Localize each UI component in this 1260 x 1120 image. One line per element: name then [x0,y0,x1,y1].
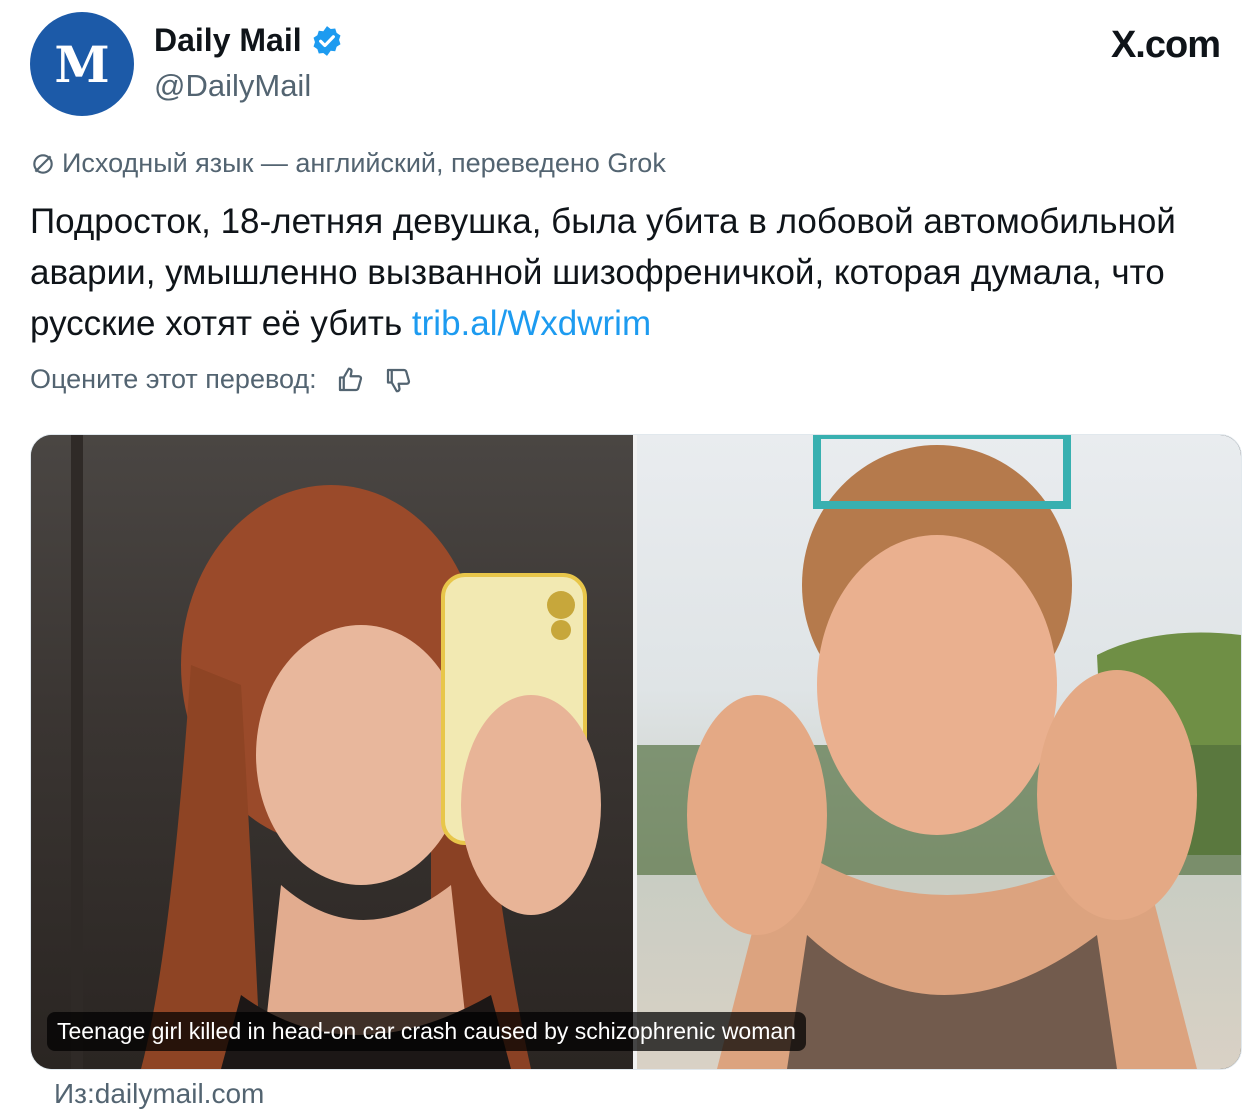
account-name[interactable]: Daily Mail [154,22,302,59]
tweet-media-card[interactable]: Teenage girl killed in head-on car crash… [30,434,1242,1070]
photo-right [637,435,1241,1069]
verified-badge-icon [313,25,341,56]
account-handle[interactable]: @DailyMail [154,68,311,104]
thumbs-up-icon[interactable] [335,365,365,395]
x-brand-logo: X.com [1110,24,1221,66]
avatar-logo: M [54,34,109,94]
tweet-link[interactable]: trib.al/Wxdwrim [412,304,651,343]
account-avatar[interactable]: M [30,12,134,116]
media-caption: Teenage girl killed in head-on car crash… [47,1012,806,1051]
account-name-row[interactable]: Daily Mail [154,22,344,59]
tweet-text: Подросток, 18-летняя девушка, была убита… [30,196,1240,349]
rate-translation: Оцените этот перевод: [30,364,413,395]
link-source[interactable]: Из:dailymail.com [54,1078,264,1110]
translate-icon [33,153,53,174]
rate-label: Оцените этот перевод: [30,364,317,394]
thumbs-down-icon[interactable] [383,365,413,395]
translation-note-text: Исходный язык — английский, переведено G… [62,148,666,178]
translation-note: Исходный язык — английский, переведено G… [30,148,666,179]
photo-left [31,435,633,1069]
